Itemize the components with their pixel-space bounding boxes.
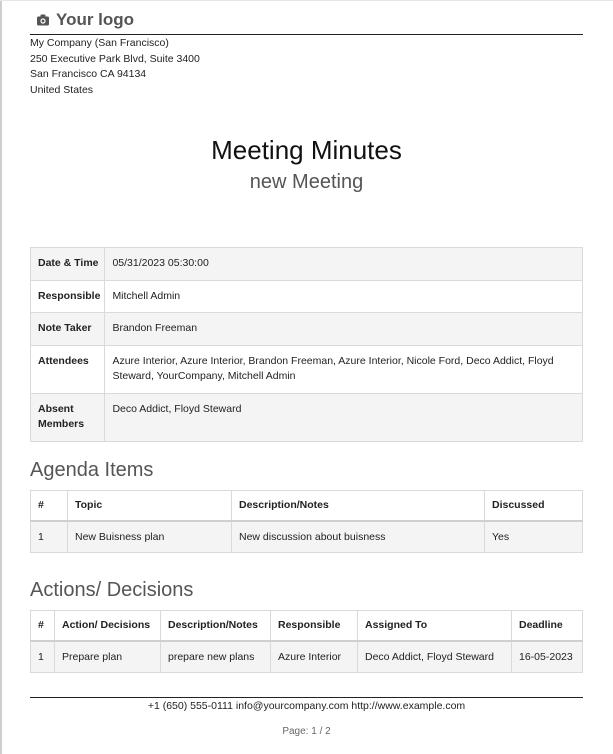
column-header: Responsible	[270, 610, 358, 642]
table-cell: New Buisness plan	[67, 520, 232, 553]
info-row-attendees: Attendees Azure Interior, Azure Interior…	[29, 344, 583, 394]
camera-icon	[37, 14, 49, 26]
column-header: Description/Notes	[160, 610, 271, 642]
info-label: Date & Time	[29, 247, 106, 281]
agenda-section-title: Agenda Items	[30, 459, 154, 481]
actions-section-title: Actions/ Decisions	[30, 579, 194, 601]
table-cell: New discussion about buisness	[231, 520, 485, 553]
info-value: Deco Addict, Floyd Steward	[104, 392, 583, 442]
address-line: San Francisco CA 94134	[30, 68, 147, 80]
address-line: United States	[30, 83, 94, 96]
logo-text: Your logo	[56, 10, 135, 29]
document-title: Meeting Minutes	[211, 135, 402, 165]
table-cell: 1	[30, 520, 68, 553]
column-header: Topic	[67, 490, 232, 522]
footer-contact: +1 (650) 555-0111 info@yourcompany.com h…	[147, 700, 466, 712]
info-label: Attendees	[29, 344, 106, 394]
actions-table: # Action/ Decisions Description/Notes Re…	[30, 610, 583, 673]
header-divider	[30, 34, 583, 35]
table-cell: 1	[30, 640, 55, 673]
column-header: Discussed	[484, 490, 583, 522]
info-row-date: Date & Time 05/31/2023 05:30:00	[29, 247, 583, 281]
column-header: #	[30, 610, 55, 642]
column-header: Assigned To	[357, 610, 512, 642]
info-value: Brandon Freeman	[104, 312, 583, 346]
table-cell: 16-05-2023	[511, 640, 583, 673]
info-label: Responsible	[29, 279, 106, 313]
meeting-info-table: Date & Time 05/31/2023 05:30:00 Responsi…	[29, 247, 583, 442]
column-header: Description/Notes	[231, 490, 485, 522]
report-header: Your logo	[30, 8, 583, 32]
page-left-border	[0, 0, 2, 754]
column-header: #	[30, 490, 68, 522]
footer-divider	[30, 697, 583, 698]
info-value: 05/31/2023 05:30:00	[104, 247, 583, 281]
document-subtitle: new Meeting	[249, 171, 364, 193]
table-row: 1 Prepare plan prepare new plans Azure I…	[30, 640, 583, 673]
info-row-responsible: Responsible Mitchell Admin	[29, 279, 583, 313]
table-cell: prepare new plans	[160, 640, 271, 673]
page-top-border	[0, 0, 613, 1]
agenda-table: # Topic Description/Notes Discussed 1 Ne…	[30, 490, 583, 553]
table-row: 1 New Buisness plan New discussion about…	[30, 520, 583, 553]
table-cell: Azure Interior	[270, 640, 358, 673]
info-value: Azure Interior, Azure Interior, Brandon …	[104, 344, 583, 394]
address-line: 250 Executive Park Blvd, Suite 3400	[30, 52, 200, 65]
info-row-absent: Absent Members Deco Addict, Floyd Stewar…	[29, 392, 583, 442]
info-label: Note Taker	[29, 312, 106, 346]
company-logo: Your logo	[30, 8, 583, 32]
company-address: My Company (San Francisco) 250 Executive…	[30, 36, 200, 98]
column-header: Action/ Decisions	[54, 610, 161, 642]
column-header: Deadline	[511, 610, 583, 642]
table-cell: Yes	[484, 520, 583, 553]
info-label: Absent Members	[29, 392, 106, 442]
table-cell: Prepare plan	[54, 640, 161, 673]
info-value: Mitchell Admin	[104, 279, 583, 313]
page-number: Page: 1 / 2	[282, 726, 331, 737]
address-line: My Company (San Francisco)	[30, 37, 169, 49]
table-header-row: # Action/ Decisions Description/Notes Re…	[30, 610, 583, 642]
info-row-note-taker: Note Taker Brandon Freeman	[29, 312, 583, 346]
table-cell: Deco Addict, Floyd Steward	[357, 640, 512, 673]
table-header-row: # Topic Description/Notes Discussed	[30, 490, 583, 522]
